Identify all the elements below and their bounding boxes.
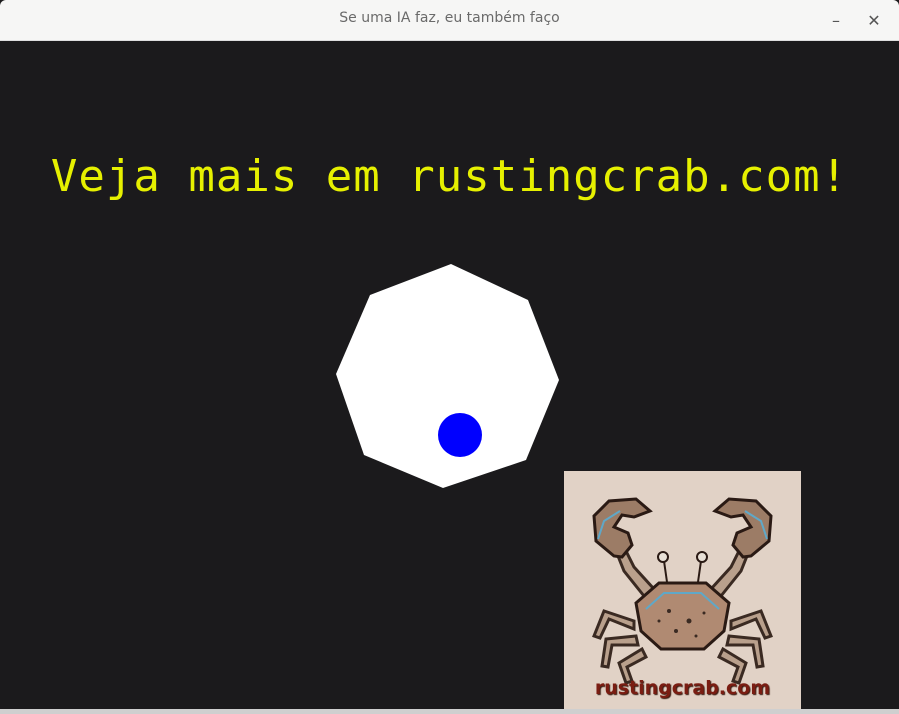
close-icon: ✕ [867,10,881,30]
rustingcrab-logo: rustingcrab.com [564,471,801,710]
title-bar[interactable]: Se uma IA faz, eu também faço – ✕ [0,0,899,41]
app-window: Se uma IA faz, eu também faço – ✕ Veja m… [0,0,899,714]
logo-text: rustingcrab.com [594,677,771,699]
game-canvas[interactable]: Veja mais em rustingcrab.com! rustingcra… [0,41,899,714]
close-button[interactable]: ✕ [862,8,886,32]
octagon-container [336,264,559,488]
bouncing-ball [438,413,482,457]
window-title: Se uma IA faz, eu também faço [339,10,560,26]
minimize-button[interactable]: – [824,8,848,32]
crab-icon [592,497,773,685]
minimize-icon: – [832,10,840,30]
window-bottom-edge [0,709,899,714]
